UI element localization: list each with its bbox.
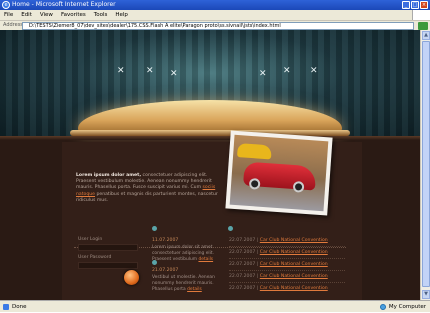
wheel-icon (248, 177, 261, 190)
window-title: Home - Microsoft Internet Explorer (12, 1, 116, 8)
computer-icon (379, 304, 386, 310)
menu-tools[interactable]: Tools (94, 10, 108, 20)
event-item: 22.07.2007 | Car Club National Conventio… (229, 238, 328, 243)
bullet-icon (152, 260, 157, 265)
bullet-icon (152, 226, 157, 231)
news-details-link[interactable]: details (198, 257, 213, 262)
intro-text: Lorem ipsum dolor amet, consectetuer adi… (76, 173, 222, 204)
status-text: Done (12, 304, 27, 310)
wheel-icon (292, 181, 305, 193)
star-icon: ✕ (146, 66, 154, 76)
event-date: 22.07.2007 (229, 274, 256, 279)
star-icon: ✕ (117, 66, 125, 76)
event-item: 22.07.2007 | Car Club National Conventio… (229, 262, 328, 267)
menu-file[interactable]: File (4, 10, 13, 20)
status-bar: Done My Computer (0, 300, 430, 312)
news-item: Vestibul ut molestie. Aenean nonummy hen… (152, 275, 220, 293)
car-photo (225, 130, 333, 216)
news-date: 11.07.2007 (152, 238, 179, 243)
zone-label: My Computer (388, 304, 426, 310)
star-icon: ✕ (259, 69, 267, 79)
stage-divider (0, 136, 420, 140)
address-input[interactable]: D:\TESTS\Ziemer8_07\dev_sites\dealer\175… (22, 22, 414, 30)
scroll-up-icon[interactable]: ▲ (422, 31, 430, 40)
intro-tail: penatibus et magnis dis parturient monte… (76, 191, 218, 203)
maximize-button[interactable]: □ (411, 1, 419, 9)
bullet-icon (228, 226, 233, 231)
page-viewport: ✕ ✕ ✕ ✕ ✕ ✕ Lorem ipsum dolor amet, cons… (0, 30, 420, 300)
title-bar: e Home - Microsoft Internet Explorer _ □… (0, 0, 430, 10)
go-icon[interactable] (418, 22, 428, 30)
user-login-input[interactable] (78, 244, 138, 251)
security-zone: My Computer (379, 301, 426, 313)
star-icon: ✕ (310, 66, 318, 76)
yellow-car-image (237, 143, 272, 160)
news-details-link[interactable]: details (187, 287, 202, 292)
news-item: Lorem ipsum dolor sit amet consectetuer … (152, 245, 220, 263)
event-link[interactable]: Car Club National Convention (260, 286, 328, 291)
browser-window: e Home - Microsoft Internet Explorer _ □… (0, 0, 430, 312)
login-submit-button[interactable] (124, 270, 139, 285)
event-divider (229, 270, 345, 271)
news-text: Vestibul ut molestie. Aenean nonummy hen… (152, 275, 215, 292)
event-link[interactable]: Car Club National Convention (260, 262, 328, 267)
event-item: 22.07.2007 | Car Club National Conventio… (229, 274, 328, 279)
event-item: 22.07.2007 | Car Club National Conventio… (229, 250, 328, 255)
menu-view[interactable]: View (40, 10, 53, 20)
menu-edit[interactable]: Edit (21, 10, 32, 20)
stage-header: ✕ ✕ ✕ ✕ ✕ ✕ (0, 30, 420, 138)
star-icon: ✕ (283, 66, 291, 76)
event-divider (229, 246, 345, 247)
user-password-label: User Password (78, 255, 112, 260)
menu-help[interactable]: Help (115, 10, 128, 20)
page-icon (3, 304, 9, 310)
address-bar: Address D:\TESTS\Ziemer8_07\dev_sites\de… (0, 20, 430, 30)
event-item: 22.07.2007 | Car Club National Conventio… (229, 286, 328, 291)
event-date: 22.07.2007 (229, 238, 256, 243)
event-divider (229, 282, 345, 283)
event-date: 22.07.2007 (229, 286, 256, 291)
windows-logo-icon (412, 10, 430, 20)
menu-favorites[interactable]: Favorites (61, 10, 86, 20)
intro-heading: Lorem ipsum dolor amet, (76, 173, 142, 178)
user-login-label: User Login (78, 237, 103, 242)
minimize-button[interactable]: _ (402, 1, 410, 9)
star-icon: ✕ (170, 69, 178, 79)
news-date: 21.07.2007 (152, 268, 179, 273)
scroll-down-icon[interactable]: ▼ (422, 290, 430, 299)
event-divider (229, 258, 345, 259)
event-date: 22.07.2007 (229, 262, 256, 267)
address-label: Address (3, 22, 23, 28)
event-date: 22.07.2007 (229, 250, 256, 255)
menu-bar: File Edit View Favorites Tools Help (0, 10, 430, 20)
event-link[interactable]: Car Club National Convention (260, 238, 328, 243)
vertical-scrollbar[interactable]: ▲ ▼ (420, 30, 430, 300)
event-link[interactable]: Car Club National Convention (260, 274, 328, 279)
event-link[interactable]: Car Club National Convention (260, 250, 328, 255)
close-button[interactable]: × (420, 1, 428, 9)
scroll-thumb[interactable] (422, 41, 430, 287)
ie-logo-icon: e (2, 1, 10, 9)
user-password-input[interactable] (78, 262, 138, 269)
